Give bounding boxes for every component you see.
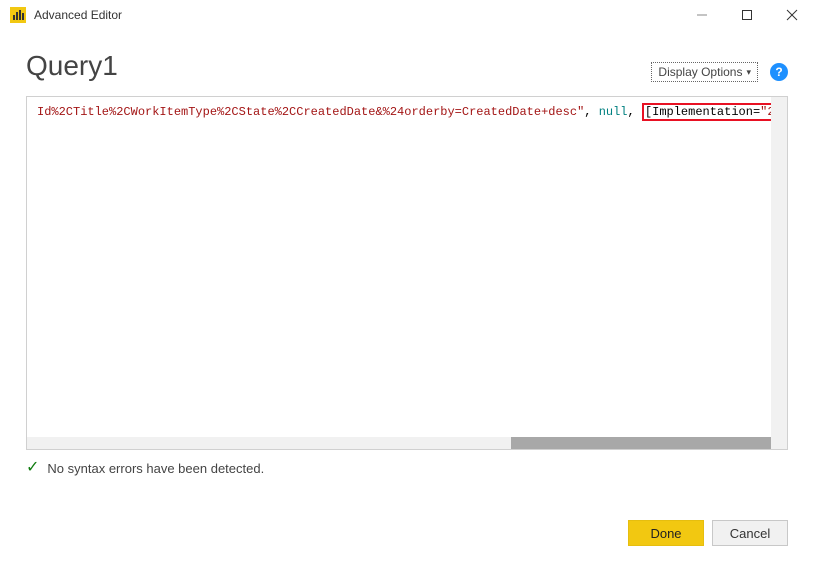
footer-buttons: Done Cancel [628, 520, 788, 546]
display-options-label: Display Options [658, 65, 742, 79]
maximize-button[interactable] [724, 0, 769, 30]
minimize-button[interactable] [679, 0, 724, 30]
code-token: , [628, 105, 642, 119]
header-actions: Display Options ▾ ? [651, 62, 788, 82]
window-controls [679, 0, 814, 30]
status-message: No syntax errors have been detected. [47, 461, 264, 476]
query-title: Query1 [26, 50, 118, 82]
window-title: Advanced Editor [34, 8, 679, 22]
status-line: ✓ No syntax errors have been detected. [0, 450, 814, 476]
window-titlebar: Advanced Editor [0, 0, 814, 30]
display-options-dropdown[interactable]: Display Options ▾ [651, 62, 758, 82]
done-button[interactable]: Done [628, 520, 704, 546]
vertical-scrollbar-thumb[interactable] [771, 97, 787, 437]
code-token: null [599, 105, 628, 119]
header: Query1 Display Options ▾ ? [0, 30, 814, 96]
highlighted-code: [Implementation="2.0"] [642, 103, 787, 121]
app-icon [10, 7, 26, 23]
horizontal-scrollbar-thumb[interactable] [511, 437, 771, 449]
cancel-button[interactable]: Cancel [712, 520, 788, 546]
vertical-scrollbar[interactable] [771, 97, 787, 437]
horizontal-scrollbar[interactable] [27, 437, 787, 449]
code-token: Implementation [652, 105, 753, 119]
code-token: , [584, 105, 598, 119]
chevron-down-icon: ▾ [746, 67, 751, 78]
check-icon: ✓ [26, 460, 39, 476]
code-editor[interactable]: Id%2CTitle%2CWorkItemType%2CState%2CCrea… [26, 96, 788, 450]
help-icon[interactable]: ? [770, 63, 788, 81]
code-content[interactable]: Id%2CTitle%2CWorkItemType%2CState%2CCrea… [27, 97, 787, 437]
close-button[interactable] [769, 0, 814, 30]
code-token: Id%2CTitle%2CWorkItemType%2CState%2CCrea… [37, 105, 584, 119]
